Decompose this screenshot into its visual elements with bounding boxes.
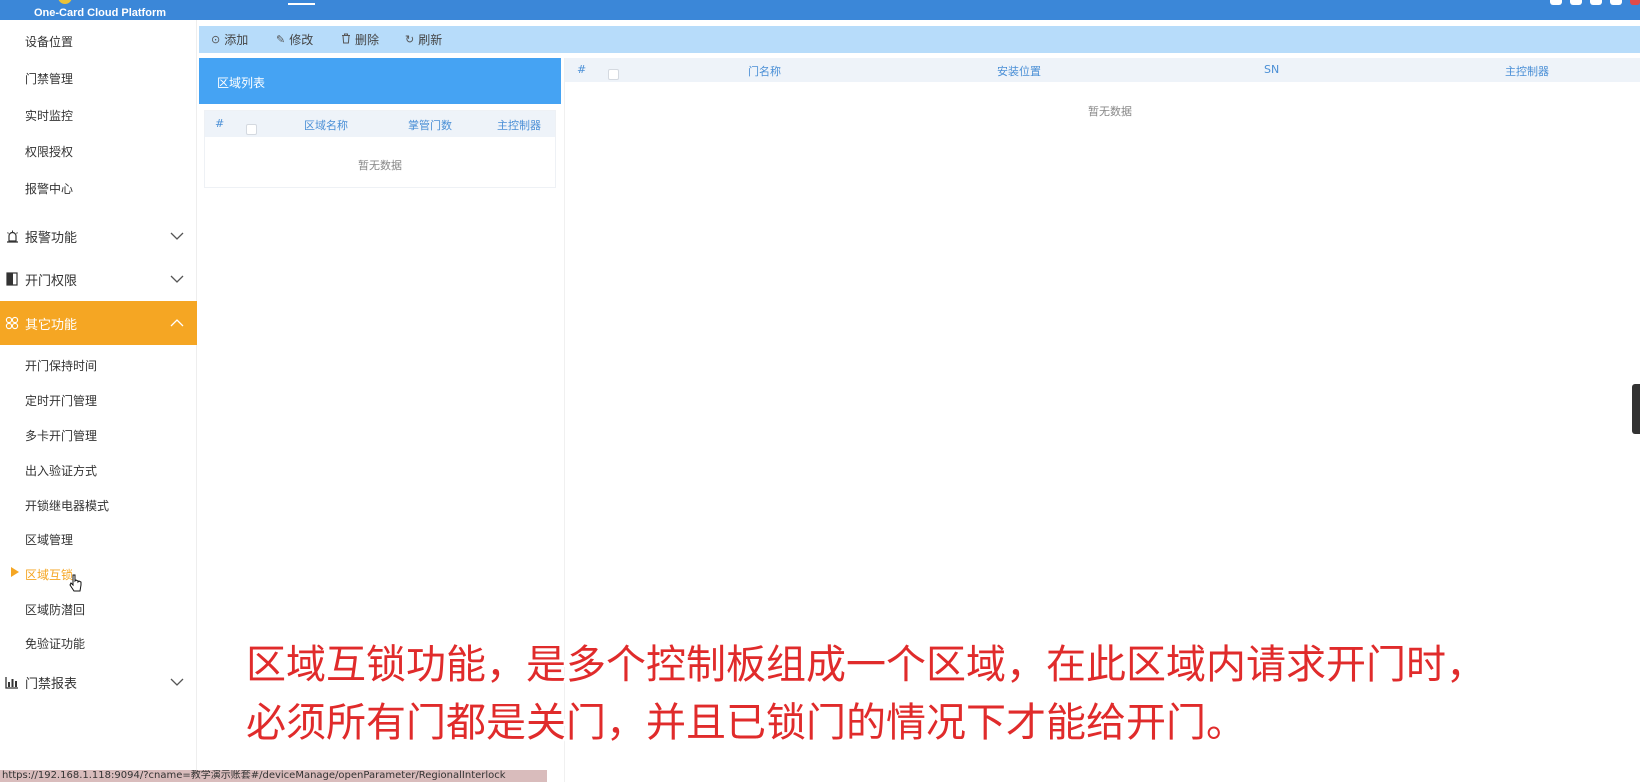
toolbar: ⊙ 添加 ✎ 修改 删除 ↻ 刷新 <box>199 26 1640 53</box>
edit-pencil-icon: ✎ <box>276 33 286 46</box>
chevron-down-icon <box>170 232 184 240</box>
video-caption: 区域互锁功能，是多个控制板组成一个区域，在此区域内请求开门时， 必须所有门都是关… <box>246 636 1486 752</box>
sidebar-item-verify-free[interactable]: 免验证功能 <box>25 636 85 652</box>
status-bar-url: https://192.168.1.118:9094/?cname=教学演示账套… <box>0 770 547 782</box>
region-list-header: 区域列表 <box>199 58 561 104</box>
add-label: 添加 <box>224 33 249 47</box>
column-header-main-controller[interactable]: 主控制器 <box>497 117 541 133</box>
trash-icon <box>341 33 351 47</box>
lock-icon[interactable] <box>1590 0 1602 5</box>
sidebar-item-relay-mode[interactable]: 开锁继电器模式 <box>25 498 109 514</box>
message-icon[interactable] <box>1610 0 1622 5</box>
alarm-icon <box>5 229 19 243</box>
column-header-region-name[interactable]: 区域名称 <box>304 117 348 133</box>
sidebar-item-access-control[interactable]: 门禁管理 <box>25 71 73 87</box>
sidebar-item-verify-mode[interactable]: 出入验证方式 <box>25 463 97 479</box>
edit-label: 修改 <box>289 33 314 47</box>
sidebar-group-other-functions[interactable]: 其它功能 <box>0 301 197 345</box>
column-header-sn[interactable]: SN <box>1264 63 1279 76</box>
top-bar: One-Card Cloud Platform <box>0 0 1640 20</box>
region-table: # 区域名称 掌管门数 主控制器 暂无数据 <box>204 110 556 188</box>
notification-icon[interactable] <box>1630 0 1640 5</box>
sidebar-item-device-location[interactable]: 设备位置 <box>25 34 73 50</box>
sidebar-item-multi-card-open[interactable]: 多卡开门管理 <box>25 428 97 444</box>
region-list-title: 区域列表 <box>217 76 266 90</box>
settings-cluster-icon <box>5 316 19 330</box>
sidebar-item-region-management[interactable]: 区域管理 <box>25 532 73 548</box>
sidebar-item-door-hold-time[interactable]: 开门保持时间 <box>25 358 97 374</box>
add-button[interactable]: ⊙ 添加 <box>211 31 248 48</box>
chevron-down-icon <box>170 275 184 283</box>
sidebar-item-region-interlock[interactable]: 区域互锁 <box>25 567 73 583</box>
door-icon <box>5 272 19 286</box>
column-header-install-location[interactable]: 安装位置 <box>997 63 1041 79</box>
sidebar-group-label: 报警功能 <box>25 230 78 246</box>
sidebar-item-authorization[interactable]: 权限授权 <box>25 144 73 160</box>
door-empty-text: 暂无数据 <box>1088 105 1132 118</box>
sidebar-group-label: 其它功能 <box>25 317 78 333</box>
caption-line-1: 区域互锁功能，是多个控制板组成一个区域，在此区域内请求开门时， <box>246 642 1486 688</box>
column-header-index: # <box>577 63 587 76</box>
add-circle-icon: ⊙ <box>211 33 221 46</box>
sidebar-item-region-anti-passback[interactable]: 区域防潜回 <box>25 602 85 618</box>
help-icon[interactable] <box>1570 0 1582 5</box>
mouse-pointer-icon <box>69 574 83 599</box>
sidebar-group-access-reports[interactable]: 门禁报表 <box>0 660 197 704</box>
chevron-up-icon <box>170 319 184 327</box>
logo-icon <box>58 0 72 4</box>
refresh-icon: ↻ <box>405 33 415 46</box>
region-table-header: # 区域名称 掌管门数 主控制器 <box>205 111 555 137</box>
caption-line-2: 必须所有门都是关门，并且已锁门的情况下才能给开门。 <box>246 700 1246 746</box>
column-header-main-controller[interactable]: 主控制器 <box>1505 63 1549 79</box>
column-header-door-count[interactable]: 掌管门数 <box>408 117 452 133</box>
current-item-arrow-icon <box>11 567 19 577</box>
sidebar-group-door-permission[interactable]: 开门权限 <box>0 257 197 301</box>
column-header-door-name[interactable]: 门名称 <box>748 63 781 79</box>
sidebar-group-label: 开门权限 <box>25 273 78 289</box>
sidebar-item-alarm-center[interactable]: 报警中心 <box>25 181 73 197</box>
refresh-label: 刷新 <box>418 33 443 47</box>
brand-name: One-Card Cloud Platform <box>34 7 167 19</box>
door-table-header: # 门名称 安装位置 SN 主控制器 <box>565 58 1640 82</box>
delete-button[interactable]: 删除 <box>341 31 379 48</box>
region-empty-text: 暂无数据 <box>358 159 402 172</box>
sidebar-item-live-monitor[interactable]: 实时监控 <box>25 108 73 124</box>
column-header-index: # <box>215 117 225 130</box>
bar-chart-icon <box>5 675 19 689</box>
delete-label: 删除 <box>355 33 380 47</box>
chevron-down-icon <box>170 678 184 686</box>
scrollbar-handle[interactable] <box>1632 384 1640 434</box>
fullscreen-icon[interactable] <box>1550 0 1562 5</box>
menu-toggle-icon[interactable] <box>288 3 315 5</box>
sidebar-group-label: 门禁报表 <box>25 676 78 692</box>
top-right-icons <box>1550 0 1640 6</box>
sidebar: 设备位置 门禁管理 实时监控 权限授权 报警中心 报警功能 开门权限 其它功能 … <box>0 20 197 782</box>
sidebar-group-alarm[interactable]: 报警功能 <box>0 214 197 258</box>
refresh-button[interactable]: ↻ 刷新 <box>405 31 442 48</box>
region-list-panel: 区域列表 # 区域名称 掌管门数 主控制器 暂无数据 <box>199 58 561 188</box>
edit-button[interactable]: ✎ 修改 <box>276 31 313 48</box>
sidebar-item-scheduled-open[interactable]: 定时开门管理 <box>25 393 97 409</box>
